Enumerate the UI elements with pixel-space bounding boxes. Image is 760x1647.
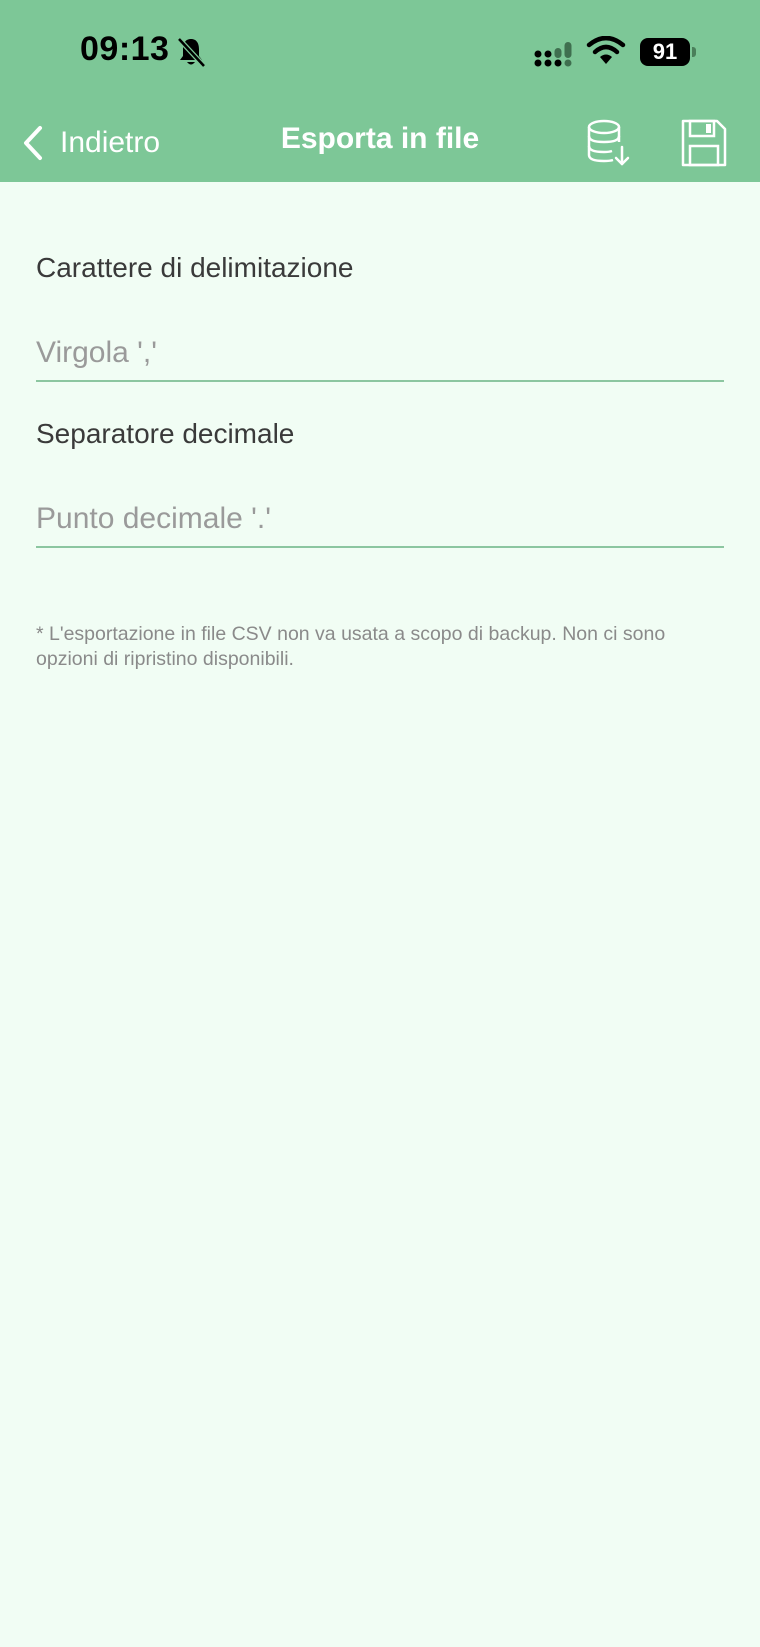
- battery-level: 91: [640, 38, 690, 66]
- page-title: Esporta in file: [280, 122, 480, 155]
- battery-tip: [692, 47, 696, 57]
- status-bar: 09:13 91: [0, 0, 760, 100]
- database-export-icon[interactable]: [584, 118, 632, 168]
- delimiter-label: Carattere di delimitazione: [36, 252, 354, 283]
- csv-backup-note: * L'esportazione in file CSV non va usat…: [36, 623, 666, 670]
- wifi-icon: [586, 36, 626, 64]
- top-bar: 09:13 91 Indietro Esporta in file: [0, 0, 760, 182]
- cellular-signal-icon: [534, 42, 572, 67]
- chevron-left-icon: [24, 126, 42, 160]
- floppy-disk-save-icon[interactable]: [680, 118, 728, 168]
- delimiter-input[interactable]: [36, 326, 724, 382]
- bell-slash-icon: [177, 37, 206, 68]
- decimal-separator-label: Separatore decimale: [36, 418, 295, 449]
- battery-icon: 91: [640, 38, 696, 66]
- status-time: 09:13: [80, 30, 170, 68]
- back-label: Indietro: [60, 126, 161, 159]
- back-button[interactable]: Indietro: [20, 118, 160, 168]
- decimal-separator-input[interactable]: [36, 492, 724, 548]
